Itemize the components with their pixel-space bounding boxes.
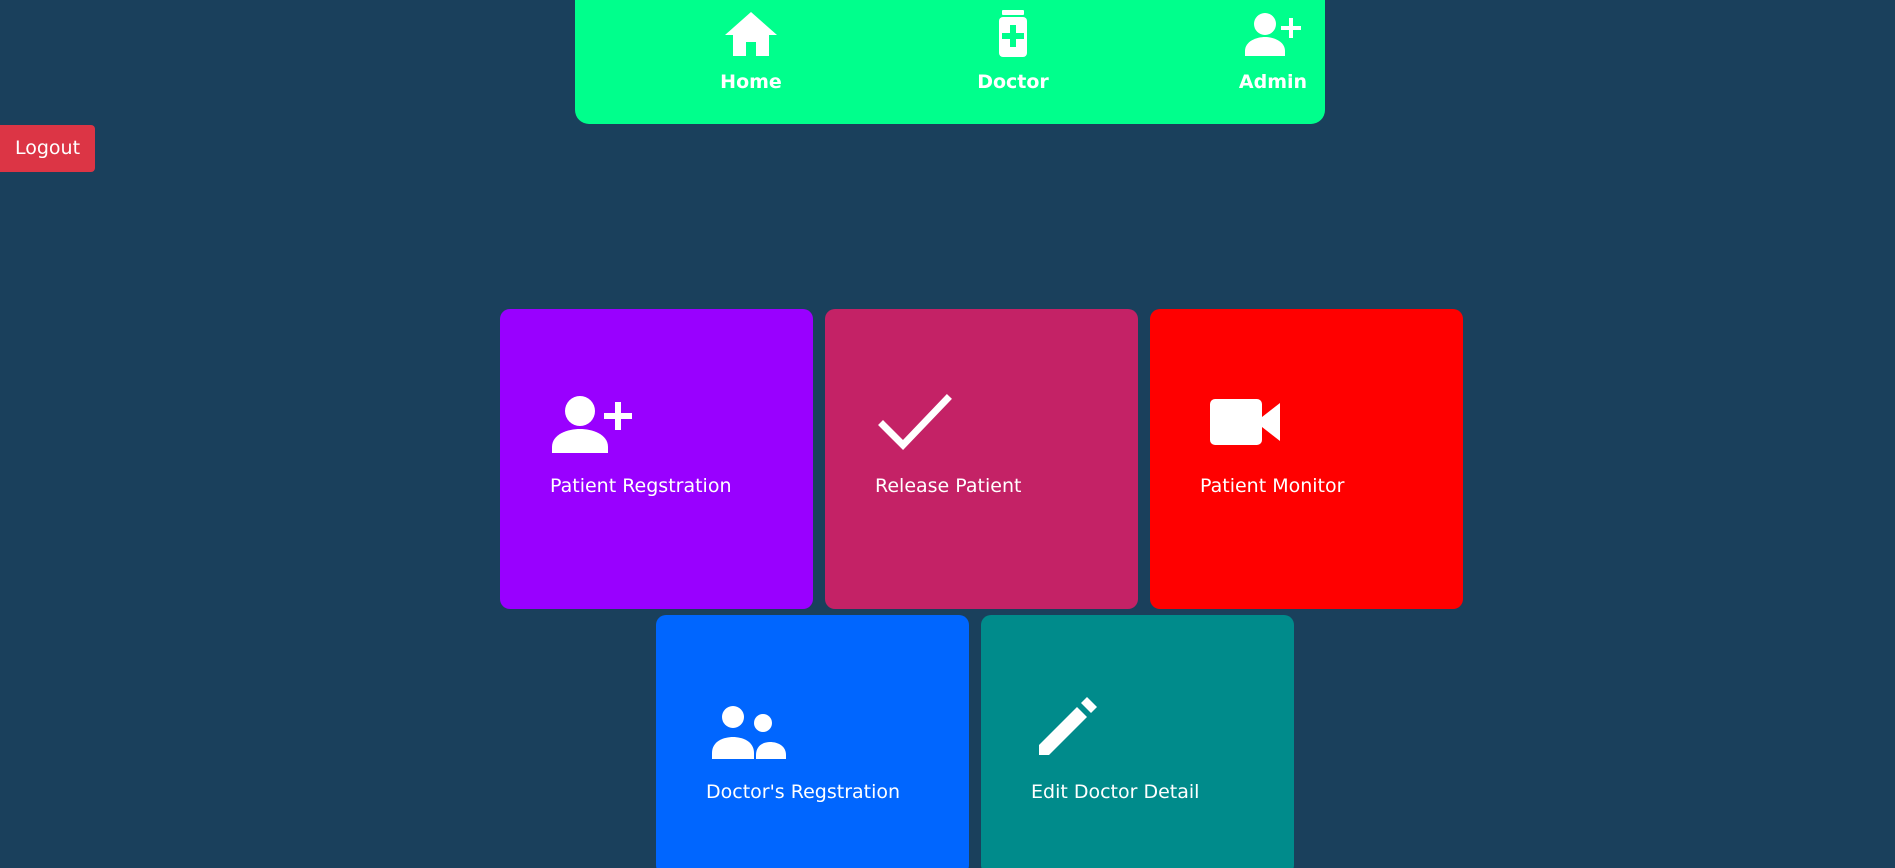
tile-patient-monitor[interactable]: Patient Monitor [1150, 309, 1463, 609]
home-icon [721, 8, 781, 58]
tile-label: Doctor's Regstration [706, 781, 901, 803]
tile-patient-registration[interactable]: Patient Regstration [500, 309, 813, 609]
nav-label-admin: Admin [1238, 71, 1308, 93]
video-camera-icon [1200, 387, 1284, 457]
tile-edit-doctor-detail[interactable]: Edit Doctor Detail [981, 615, 1294, 868]
tile-doctor-registration[interactable]: Doctor's Regstration [656, 615, 969, 868]
page: Home Doctor Admin Logout Patient Regstra… [0, 0, 1895, 868]
nav-label-home: Home [720, 71, 782, 93]
tile-release-patient[interactable]: Release Patient [825, 309, 1138, 609]
nav-item-admin[interactable]: Admin [1198, 0, 1348, 124]
tile-label: Patient Monitor [1200, 475, 1345, 497]
medicine-bottle-icon [983, 8, 1043, 58]
nav-item-doctor[interactable]: Doctor [938, 0, 1088, 124]
top-nav-bar: Home Doctor Admin [575, 0, 1325, 124]
nav-item-home[interactable]: Home [676, 0, 826, 124]
people-icon [706, 693, 790, 763]
tile-label: Release Patient [875, 475, 1022, 497]
pencil-icon [1031, 693, 1115, 763]
checkmark-icon [875, 387, 959, 457]
tile-label: Patient Regstration [550, 475, 732, 497]
add-user-icon [550, 387, 634, 457]
nav-label-doctor: Doctor [977, 71, 1049, 93]
add-user-icon [1243, 8, 1303, 58]
tile-label: Edit Doctor Detail [1031, 781, 1200, 803]
logout-button[interactable]: Logout [0, 125, 95, 172]
